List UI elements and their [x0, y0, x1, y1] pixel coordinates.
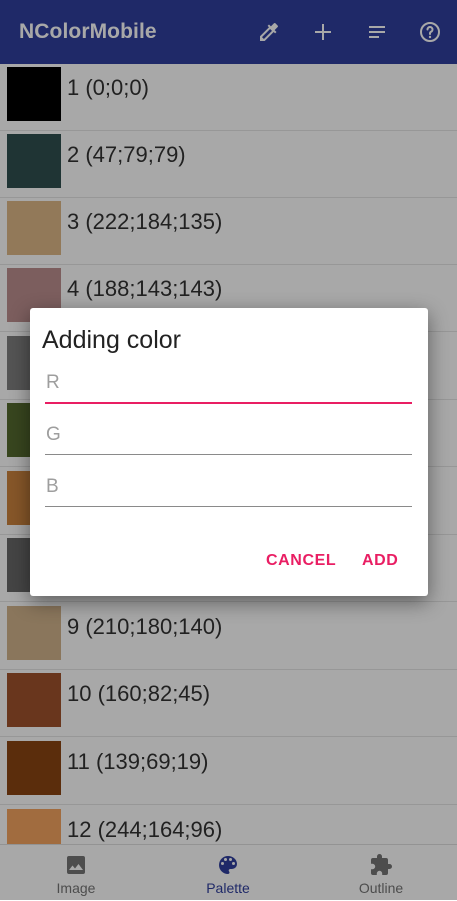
- green-field[interactable]: [45, 416, 412, 455]
- cancel-button[interactable]: CANCEL: [266, 552, 336, 570]
- red-field[interactable]: [45, 364, 412, 404]
- blue-input[interactable]: [45, 468, 412, 506]
- blue-field[interactable]: [45, 468, 412, 507]
- add-button[interactable]: ADD: [362, 552, 398, 570]
- red-input[interactable]: [45, 364, 412, 402]
- dialog-title: Adding color: [42, 326, 181, 354]
- green-input[interactable]: [45, 416, 412, 454]
- add-color-dialog: Adding color CANCEL ADD: [30, 308, 428, 596]
